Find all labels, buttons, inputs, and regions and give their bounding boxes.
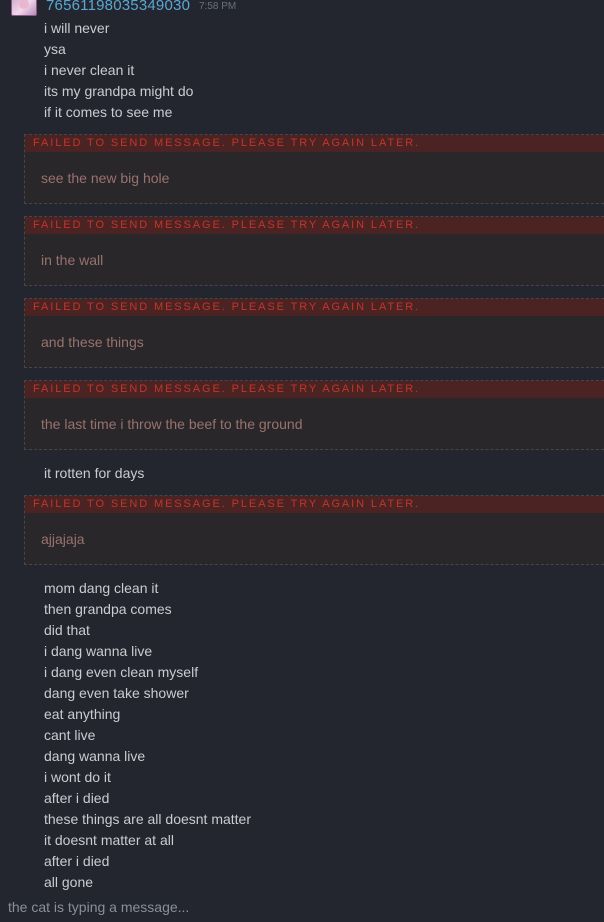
failed-message-text: the last time i throw the beef to the gr… bbox=[41, 416, 303, 432]
failed-label: FAILED TO SEND MESSAGE. PLEASE TRY AGAIN… bbox=[33, 137, 421, 149]
user-avatar[interactable] bbox=[11, 0, 37, 16]
chat-message: ysa bbox=[44, 41, 66, 57]
failed-label: FAILED TO SEND MESSAGE. PLEASE TRY AGAIN… bbox=[33, 219, 421, 231]
message-timestamp: 7:58 PM bbox=[199, 1, 237, 12]
failed-label: FAILED TO SEND MESSAGE. PLEASE TRY AGAIN… bbox=[33, 498, 421, 510]
failed-message: FAILED TO SEND MESSAGE. PLEASE TRY AGAIN… bbox=[24, 216, 604, 286]
failed-message: FAILED TO SEND MESSAGE. PLEASE TRY AGAIN… bbox=[24, 380, 604, 450]
chat-message: if it comes to see me bbox=[44, 104, 173, 120]
failed-message-text: and these things bbox=[41, 334, 144, 350]
chat-message: i dang wanna live bbox=[44, 643, 153, 659]
chat-message: did that bbox=[44, 622, 90, 638]
chat-message: eat anything bbox=[44, 706, 121, 722]
chat-message: i dang even clean myself bbox=[44, 664, 199, 680]
chat-message: these things are all doesnt matter bbox=[44, 811, 252, 827]
failed-banner: FAILED TO SEND MESSAGE. PLEASE TRY AGAIN… bbox=[25, 299, 604, 316]
username-link[interactable]: 76561198035349030 bbox=[46, 0, 190, 14]
failed-message: FAILED TO SEND MESSAGE. PLEASE TRY AGAIN… bbox=[24, 134, 604, 204]
chat-message: cant live bbox=[44, 727, 96, 743]
message-group-header: 76561198035349030 7:58 PM bbox=[0, 0, 604, 18]
avatar-face-icon bbox=[19, 0, 29, 9]
chat-message: after i died bbox=[44, 853, 110, 869]
failed-message-text: in the wall bbox=[41, 252, 104, 268]
failed-message-text: see the new big hole bbox=[41, 170, 170, 186]
failed-message: FAILED TO SEND MESSAGE. PLEASE TRY AGAIN… bbox=[24, 298, 604, 368]
chat-message: after i died bbox=[44, 790, 110, 806]
chat-message: it doesnt matter at all bbox=[44, 832, 174, 848]
chat-message: its my grandpa might do bbox=[44, 83, 194, 99]
failed-banner: FAILED TO SEND MESSAGE. PLEASE TRY AGAIN… bbox=[25, 217, 604, 234]
failed-message: FAILED TO SEND MESSAGE. PLEASE TRY AGAIN… bbox=[24, 495, 604, 565]
chat-message: i wont do it bbox=[44, 769, 111, 785]
typing-indicator: the cat is typing a message... bbox=[8, 899, 190, 915]
failed-message-text: ajjajaja bbox=[41, 531, 85, 547]
chat-message: i never clean it bbox=[44, 62, 135, 78]
chat-message: dang even take shower bbox=[44, 685, 189, 701]
chat-message: it rotten for days bbox=[44, 465, 145, 481]
chat-message: mom dang clean it bbox=[44, 580, 159, 596]
failed-banner: FAILED TO SEND MESSAGE. PLEASE TRY AGAIN… bbox=[25, 135, 604, 152]
chat-message: then grandpa comes bbox=[44, 601, 172, 617]
failed-label: FAILED TO SEND MESSAGE. PLEASE TRY AGAIN… bbox=[33, 301, 421, 313]
failed-banner: FAILED TO SEND MESSAGE. PLEASE TRY AGAIN… bbox=[25, 496, 604, 513]
failed-label: FAILED TO SEND MESSAGE. PLEASE TRY AGAIN… bbox=[33, 383, 421, 395]
chat-message: i will never bbox=[44, 20, 110, 36]
failed-banner: FAILED TO SEND MESSAGE. PLEASE TRY AGAIN… bbox=[25, 381, 604, 398]
chat-message: all gone bbox=[44, 874, 94, 890]
chat-message: dang wanna live bbox=[44, 748, 146, 764]
